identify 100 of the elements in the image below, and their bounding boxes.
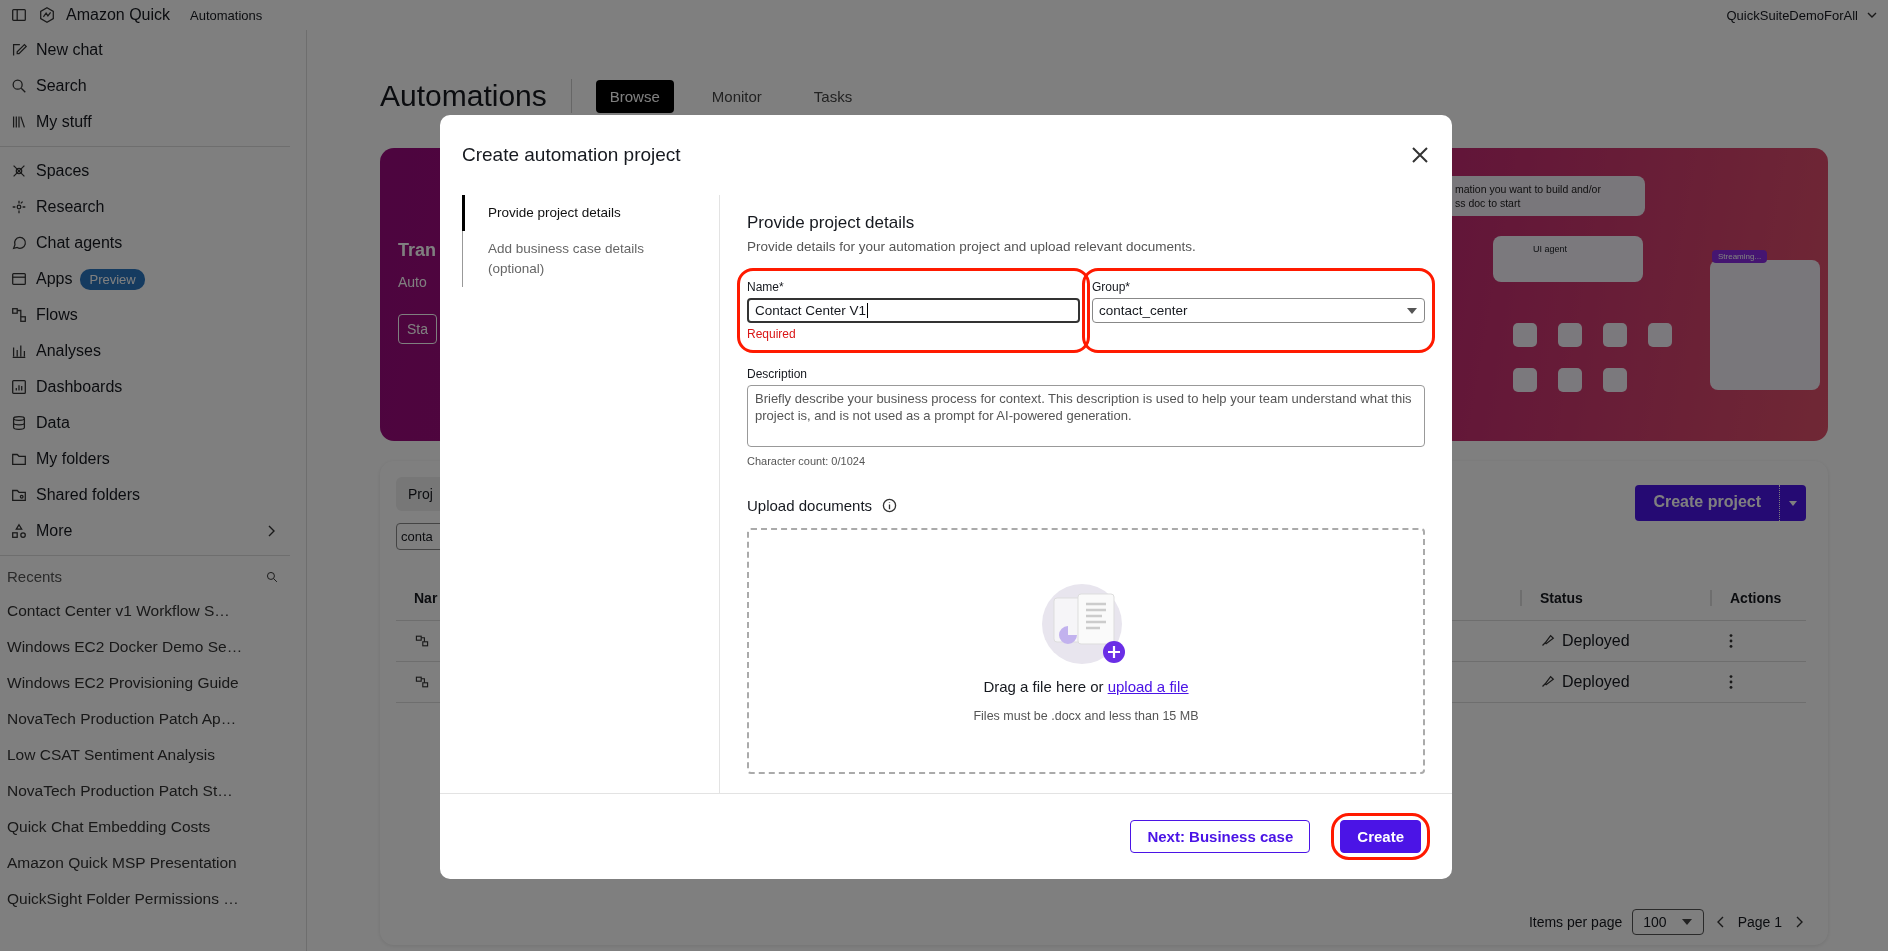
info-icon[interactable] [882, 498, 898, 513]
sidebar-item[interactable]: New chat [0, 32, 290, 68]
sidebar-item[interactable]: Research [0, 189, 290, 225]
flows-icon [10, 306, 28, 324]
sidebar-item[interactable]: Flows [0, 297, 290, 333]
file-dropzone[interactable]: Drag a file here or upload a file Files must be .docx and less than 15 MB [747, 528, 1425, 774]
app-tile-icon [1513, 323, 1537, 347]
caret-down-icon[interactable] [1406, 306, 1418, 315]
app-tile-icon [1558, 368, 1582, 392]
sidebar-item[interactable]: Spaces [0, 153, 290, 189]
recent-item[interactable]: Windows EC2 Docker Demo Se… [0, 629, 306, 665]
sidebar-item-label: Dashboards [36, 378, 123, 396]
description-field[interactable]: Briefly describe your business process for context. This description is used to help your team understand what this project is, and is not used as a prompt for AI-powered generation. [747, 385, 1425, 447]
sidebar-item-label: Research [36, 198, 105, 216]
sidebar-item-label: Shared folders [36, 486, 141, 504]
app-tile-icon [1558, 323, 1582, 347]
app-tile-icon [1513, 368, 1537, 392]
sidebar-item[interactable]: Shared folders [0, 477, 290, 513]
sidebar-item[interactable]: My stuff [0, 104, 290, 140]
sidebar-item-label: Apps [36, 270, 73, 288]
next-button[interactable]: Next: Business case [1130, 820, 1311, 853]
file-requirements: Files must be .docx and less than 15 MB [973, 708, 1199, 723]
banner-button[interactable]: Sta [398, 314, 437, 344]
research-icon [10, 198, 28, 216]
wizard-step[interactable]: Add business case details (optional) [462, 231, 698, 287]
sidebar-item[interactable]: Search [0, 68, 290, 104]
sidebar-item[interactable]: More [0, 513, 290, 549]
app-tile-icon [1648, 323, 1672, 347]
character-count: Character count: 0/1024 [747, 455, 867, 467]
preview-badge: Preview [80, 268, 145, 290]
page-title: Automations [380, 79, 572, 113]
wizard-step[interactable]: Provide project details [462, 195, 698, 231]
app-tile-icon [1603, 368, 1627, 392]
sidebar-item-label: New chat [36, 41, 103, 59]
recent-item[interactable]: QuickSight Folder Permissions … [0, 881, 306, 917]
recent-item[interactable]: Low CSAT Sentiment Analysis [0, 737, 306, 773]
recent-item[interactable]: Quick Chat Embedding Costs [0, 809, 306, 845]
field-label: Group* [1092, 280, 1132, 294]
error-text: Required [747, 327, 797, 341]
banner-subheading: Auto [398, 274, 427, 290]
tab[interactable]: Tasks [799, 79, 867, 113]
recent-item[interactable]: Contact Center v1 Workflow S… [0, 593, 306, 629]
field-label: Description [747, 367, 809, 381]
sidebar-item-label: More [36, 522, 73, 540]
field-label: Name* [747, 280, 785, 294]
upload-heading: Upload documents [747, 497, 873, 514]
app-tile-icon [1603, 323, 1627, 347]
data-icon [10, 414, 28, 432]
more-actions-icon[interactable] [1728, 632, 1734, 650]
search-icon[interactable] [265, 569, 279, 584]
more-actions-icon[interactable] [1728, 673, 1734, 691]
sidebar-item-label: Chat agents [36, 234, 123, 252]
sidebar-item-label: My folders [36, 450, 110, 468]
section-heading: Provide project details [747, 213, 916, 233]
sidebar-item-label: Flows [36, 306, 78, 324]
sidebar-item-label: Analyses [36, 342, 101, 360]
sidebar-item[interactable]: Apps Preview [0, 261, 290, 297]
search-icon [10, 77, 28, 95]
drop-instructions: Drag a file here or upload a file [983, 677, 1189, 695]
recent-item[interactable]: NovaTech Production Patch Ap… [0, 701, 306, 737]
sidebar-toggle-icon[interactable] [10, 6, 28, 24]
logo-icon [38, 6, 56, 24]
column-header[interactable]: Status [1520, 590, 1710, 606]
dashboards-icon [10, 378, 28, 396]
more-icon [10, 522, 28, 540]
close-icon[interactable] [1410, 145, 1430, 165]
sidebar-item[interactable]: Analyses [0, 333, 290, 369]
sidebar-item[interactable]: Data [0, 405, 290, 441]
streaming-label: Streaming... [1712, 250, 1768, 263]
items-per-page-label: Items per page [1528, 914, 1623, 930]
tab[interactable]: Browse [595, 79, 674, 113]
account-name[interactable]: QuickSuiteDemoForAll [1726, 7, 1858, 23]
caret-down-icon[interactable] [1680, 918, 1693, 926]
column-header[interactable]: Actions [1710, 590, 1806, 606]
banner-heading: Tran [398, 240, 436, 261]
recent-item[interactable]: Windows EC2 Provisioning Guide [0, 665, 306, 701]
sidebar-item[interactable]: Dashboards [0, 369, 290, 405]
apps-icon [10, 270, 28, 288]
workflow-icon [414, 633, 430, 649]
recent-item[interactable]: Amazon Quick MSP Presentation [0, 845, 306, 881]
status-text: Deployed [1562, 632, 1630, 650]
workflow-icon [414, 674, 430, 690]
status-text: Deployed [1562, 673, 1630, 691]
agent-card: UI agent [1493, 236, 1643, 282]
sidebar-item[interactable]: Chat agents [0, 225, 290, 261]
tab[interactable]: Monitor [697, 79, 776, 113]
upload-link[interactable]: upload a file [1107, 677, 1189, 695]
app-name: Amazon Quick [66, 6, 171, 24]
group-select[interactable]: contact_center [1092, 298, 1425, 323]
dialog-title: Create automation project [462, 144, 681, 166]
page-indicator: Page 1 [1737, 914, 1782, 930]
recents-heading: Recents [7, 568, 63, 585]
create-button[interactable]: Create [1340, 820, 1421, 853]
sidebar-item[interactable]: My folders [0, 441, 290, 477]
items-per-page-select[interactable]: 100 [1632, 909, 1704, 935]
breadcrumb[interactable]: Automations [190, 7, 263, 23]
recent-item[interactable]: NovaTech Production Patch St… [0, 773, 306, 809]
create-project-button[interactable]: Create project [1635, 485, 1806, 521]
section-description: Provide details for your automation project and upload relevant documents. [747, 239, 1197, 254]
agents-icon [10, 234, 28, 252]
